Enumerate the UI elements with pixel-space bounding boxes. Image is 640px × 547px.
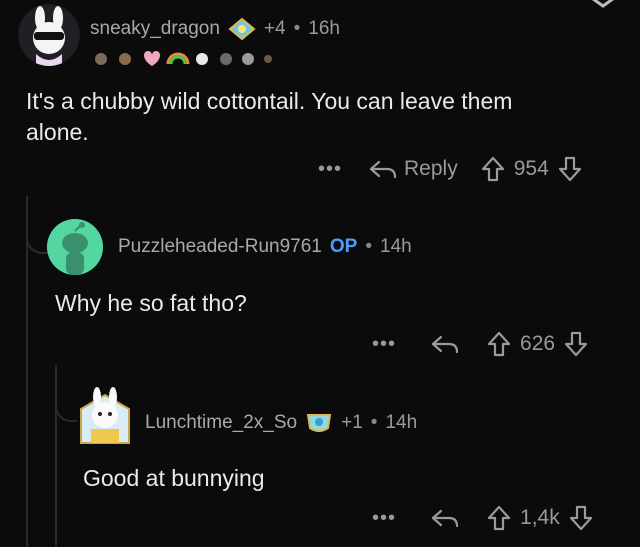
comment-actions: ••• Reply 954 xyxy=(318,155,583,183)
award-icon xyxy=(228,18,256,40)
username[interactable]: Puzzleheaded-Run9761 xyxy=(118,236,322,258)
avatar[interactable] xyxy=(47,219,103,275)
downvote-icon[interactable] xyxy=(568,504,594,532)
comment-text-line: alone. xyxy=(26,119,89,145)
reply-label: Reply xyxy=(404,157,458,180)
snoo-avatar-icon xyxy=(47,219,103,275)
extra-awards-count: +1 xyxy=(341,412,363,433)
thread-curve xyxy=(26,212,48,254)
comment-header: Lunchtime_2x_So +1 • 14h xyxy=(145,411,417,435)
timestamp: 16h xyxy=(308,18,340,39)
upvote-icon[interactable] xyxy=(480,155,506,183)
avatar[interactable] xyxy=(18,4,80,66)
extra-awards-count: +4 xyxy=(263,18,286,39)
award-icon xyxy=(305,411,333,435)
bunny-avatar-icon xyxy=(80,387,130,444)
collapse-chevron-icon[interactable] xyxy=(583,0,623,12)
more-options-button[interactable]: ••• xyxy=(372,333,396,356)
username[interactable]: Lunchtime_2x_So xyxy=(145,412,297,434)
reply-icon[interactable] xyxy=(430,506,460,530)
thread-curve-nested xyxy=(55,380,77,422)
downvote-icon[interactable] xyxy=(563,330,589,358)
reply-button[interactable]: Reply xyxy=(368,157,458,181)
timestamp: 14h xyxy=(380,236,412,257)
timestamp: 14h xyxy=(385,412,418,433)
more-options-button[interactable]: ••• xyxy=(372,507,396,530)
op-badge: OP xyxy=(329,236,358,257)
vote-count: 626 xyxy=(520,332,556,355)
reply-icon[interactable] xyxy=(430,332,460,356)
comment-actions: ••• 626 xyxy=(372,330,589,358)
bunny-avatar-icon xyxy=(19,5,79,66)
comment-text-line: It's a chubby wild cottontail. You can l… xyxy=(26,88,513,114)
vote-count: 954 xyxy=(513,157,549,180)
username[interactable]: sneaky_dragon xyxy=(90,18,220,40)
separator: • xyxy=(370,412,378,433)
separator: • xyxy=(365,236,372,257)
comment-actions: ••• 1,4k xyxy=(372,504,594,532)
comment-body: Why he so fat tho? xyxy=(55,290,247,316)
flair-emojis xyxy=(92,48,272,68)
downvote-icon[interactable] xyxy=(557,155,583,183)
vote-count: 1,4k xyxy=(520,506,560,529)
thread-line xyxy=(26,196,28,547)
upvote-icon[interactable] xyxy=(486,504,512,532)
reply-icon xyxy=(369,160,397,179)
upvote-icon[interactable] xyxy=(486,330,512,358)
comment-header: Puzzleheaded-Run9761 OP • 14h xyxy=(118,236,412,258)
separator: • xyxy=(293,18,301,39)
comment-body: Good at bunnying xyxy=(83,465,265,491)
comment-header: sneaky_dragon +4 • 16h xyxy=(90,18,340,40)
comment-body: It's a chubby wild cottontail. You can l… xyxy=(26,86,626,148)
more-options-button[interactable]: ••• xyxy=(318,158,342,181)
avatar[interactable] xyxy=(77,387,133,447)
